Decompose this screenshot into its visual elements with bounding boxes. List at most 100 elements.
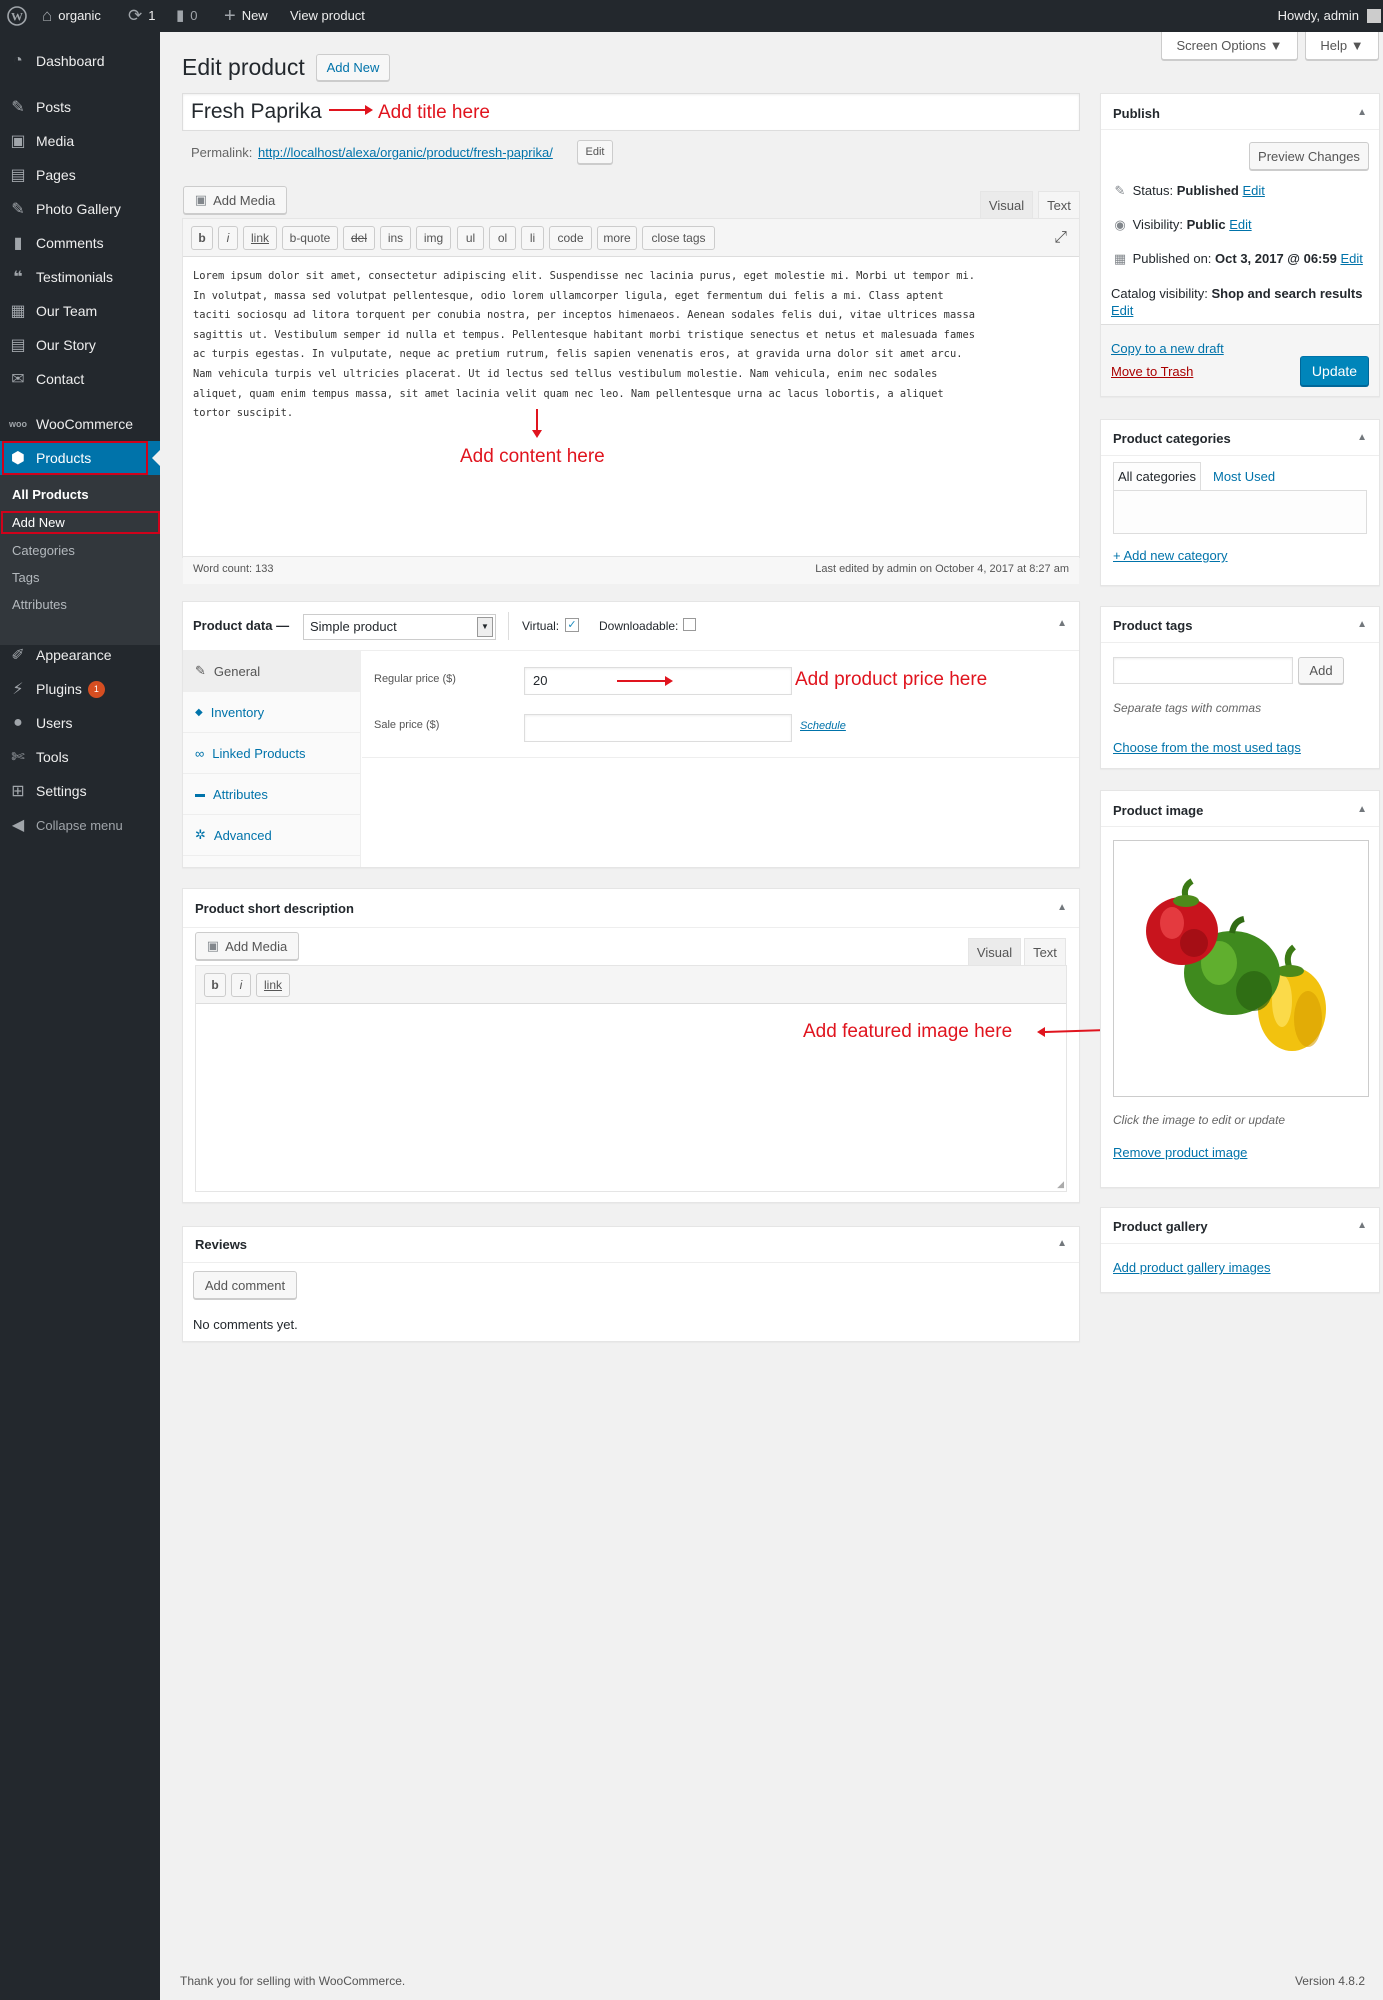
add-media-button[interactable]: ▣ Add Media bbox=[195, 932, 299, 960]
product-type-value: Simple product bbox=[310, 619, 397, 634]
site-name-link[interactable]: ⌂ organic bbox=[42, 0, 101, 32]
downloadable-checkbox[interactable] bbox=[683, 618, 696, 631]
menu-appearance[interactable]: ✐ Appearance bbox=[0, 638, 160, 672]
permalink-link[interactable]: http://localhost/alexa/organic/product/f… bbox=[258, 145, 553, 160]
menu-label: Contact bbox=[36, 371, 85, 387]
add-gallery-images-link[interactable]: Add product gallery images bbox=[1113, 1260, 1271, 1275]
submenu-tags[interactable]: Tags bbox=[12, 570, 39, 585]
menu-our-story[interactable]: ▤ Our Story bbox=[0, 328, 160, 362]
qt-bold-button[interactable]: b bbox=[204, 973, 226, 997]
product-type-select[interactable]: Simple product ▼ bbox=[303, 614, 496, 640]
toggle-arrow-icon[interactable]: ▲ bbox=[1057, 1238, 1067, 1249]
tab-inventory[interactable]: ◆ Inventory bbox=[183, 692, 361, 733]
add-new-button[interactable]: Add New bbox=[316, 54, 390, 81]
menu-photo-gallery[interactable]: ✎ Photo Gallery bbox=[0, 192, 160, 226]
avatar[interactable] bbox=[1367, 9, 1381, 23]
menu-media[interactable]: ▣ Media bbox=[0, 124, 160, 158]
update-button[interactable]: Update bbox=[1300, 356, 1369, 386]
screen-options-button[interactable]: Screen Options ▼ bbox=[1161, 32, 1298, 60]
toggle-arrow-icon[interactable]: ▲ bbox=[1057, 902, 1067, 913]
qt-link-button[interactable]: link bbox=[243, 226, 277, 250]
my-account-link[interactable]: Howdy, admin bbox=[1278, 0, 1359, 32]
updates-link[interactable]: ⟳ 1 bbox=[128, 0, 155, 32]
qt-italic-button[interactable]: i bbox=[231, 973, 251, 997]
move-to-trash-link[interactable]: Move to Trash bbox=[1111, 364, 1193, 379]
schedule-link[interactable]: Schedule bbox=[800, 720, 846, 732]
tag-input[interactable] bbox=[1113, 657, 1293, 684]
tab-general[interactable]: ✎ General bbox=[183, 651, 361, 692]
qt-del-button[interactable]: del bbox=[343, 226, 375, 250]
menu-posts[interactable]: ✎ Posts bbox=[0, 90, 160, 124]
menu-contact[interactable]: ✉ Contact bbox=[0, 362, 160, 396]
tab-text[interactable]: Text bbox=[1024, 938, 1066, 966]
toggle-arrow-icon[interactable]: ▲ bbox=[1057, 618, 1067, 629]
product-data-tabs: ✎ General ◆ Inventory ∞ Linked Products ▬ At… bbox=[183, 651, 361, 867]
qt-bquote-button[interactable]: b-quote bbox=[282, 226, 338, 250]
qt-li-button[interactable]: li bbox=[521, 226, 544, 250]
qt-link-button[interactable]: link bbox=[256, 973, 290, 997]
qt-italic-button[interactable]: i bbox=[218, 226, 238, 250]
tab-most-used[interactable]: Most Used bbox=[1213, 469, 1275, 484]
tab-linked-products[interactable]: ∞ Linked Products bbox=[183, 733, 361, 774]
tab-text[interactable]: Text bbox=[1038, 191, 1080, 219]
menu-dashboard[interactable]: ◔ Dashboard bbox=[0, 44, 160, 78]
qt-ins-button[interactable]: ins bbox=[380, 226, 411, 250]
menu-tools[interactable]: ✄ Tools bbox=[0, 740, 160, 774]
toggle-arrow-icon[interactable]: ▲ bbox=[1357, 619, 1367, 630]
menu-plugins[interactable]: ⚡ Plugins 1 bbox=[0, 672, 160, 706]
add-tag-button[interactable]: Add bbox=[1298, 657, 1344, 684]
catalog-edit-link[interactable]: Edit bbox=[1111, 303, 1133, 318]
menu-users[interactable]: ● Users bbox=[0, 706, 160, 740]
submenu-categories[interactable]: Categories bbox=[12, 543, 75, 558]
toggle-arrow-icon[interactable]: ▲ bbox=[1357, 1220, 1367, 1231]
comments-link[interactable]: ▮ 0 bbox=[176, 0, 198, 32]
qt-img-button[interactable]: img bbox=[416, 226, 451, 250]
tab-all-categories[interactable]: All categories bbox=[1113, 462, 1201, 491]
sale-price-input[interactable] bbox=[524, 714, 792, 742]
toggle-arrow-icon[interactable]: ▲ bbox=[1357, 804, 1367, 815]
content-textarea[interactable]: Lorem ipsum dolor sit amet, consectetur … bbox=[193, 267, 1073, 424]
menu-woocommerce[interactable]: woo WooCommerce bbox=[0, 407, 160, 441]
virtual-checkbox[interactable]: ✓ bbox=[565, 618, 579, 632]
submenu-all-products[interactable]: All Products bbox=[12, 487, 89, 502]
view-product-link[interactable]: View product bbox=[290, 0, 365, 32]
qt-ol-button[interactable]: ol bbox=[489, 226, 516, 250]
qt-code-button[interactable]: code bbox=[549, 226, 592, 250]
menu-collapse[interactable]: ◀ Collapse menu bbox=[0, 808, 160, 842]
new-content-link[interactable]: + New bbox=[224, 0, 268, 32]
help-button[interactable]: Help ▼ bbox=[1305, 32, 1379, 60]
menu-comments[interactable]: ▮ Comments bbox=[0, 226, 160, 260]
toggle-arrow-icon[interactable]: ▲ bbox=[1357, 107, 1367, 118]
menu-pages[interactable]: ▤ Pages bbox=[0, 158, 160, 192]
visibility-edit-link[interactable]: Edit bbox=[1229, 217, 1251, 232]
choose-tags-link[interactable]: Choose from the most used tags bbox=[1113, 740, 1301, 755]
qt-ul-button[interactable]: ul bbox=[457, 226, 484, 250]
resize-handle-icon[interactable]: ◢ bbox=[1057, 1179, 1064, 1190]
fullscreen-icon[interactable]: ⤢ bbox=[1054, 229, 1067, 247]
qt-bold-button[interactable]: b bbox=[191, 226, 213, 250]
published-edit-link[interactable]: Edit bbox=[1340, 251, 1362, 266]
submenu-attributes[interactable]: Attributes bbox=[12, 597, 67, 612]
tab-visual[interactable]: Visual bbox=[968, 938, 1021, 966]
permalink-edit-button[interactable]: Edit bbox=[577, 140, 613, 164]
toggle-arrow-icon[interactable]: ▲ bbox=[1357, 432, 1367, 443]
copy-draft-link[interactable]: Copy to a new draft bbox=[1111, 341, 1224, 356]
status-edit-link[interactable]: Edit bbox=[1242, 183, 1264, 198]
menu-settings[interactable]: ⊞ Settings bbox=[0, 774, 160, 808]
menu-our-team[interactable]: ▦ Our Team bbox=[0, 294, 160, 328]
tab-visual[interactable]: Visual bbox=[980, 191, 1033, 219]
tab-advanced[interactable]: ✲ Advanced bbox=[183, 815, 361, 856]
add-new-category-link[interactable]: + Add new category bbox=[1113, 548, 1228, 563]
publish-box: Publish ▲ Preview Changes ✎ Status: Publ… bbox=[1100, 93, 1380, 397]
title-input[interactable]: Fresh Paprika bbox=[182, 93, 1080, 131]
product-image-thumbnail[interactable] bbox=[1113, 840, 1369, 1097]
add-media-button[interactable]: ▣ Add Media bbox=[183, 186, 287, 214]
add-comment-button[interactable]: Add comment bbox=[193, 1271, 297, 1299]
preview-changes-button[interactable]: Preview Changes bbox=[1249, 142, 1369, 170]
qt-more-button[interactable]: more bbox=[597, 226, 637, 250]
qt-close-tags-button[interactable]: close tags bbox=[642, 226, 715, 250]
wordpress-logo-icon[interactable]: W bbox=[7, 0, 27, 32]
remove-image-link[interactable]: Remove product image bbox=[1113, 1145, 1247, 1160]
tab-attributes[interactable]: ▬ Attributes bbox=[183, 774, 361, 815]
menu-testimonials[interactable]: ❝ Testimonials bbox=[0, 260, 160, 294]
